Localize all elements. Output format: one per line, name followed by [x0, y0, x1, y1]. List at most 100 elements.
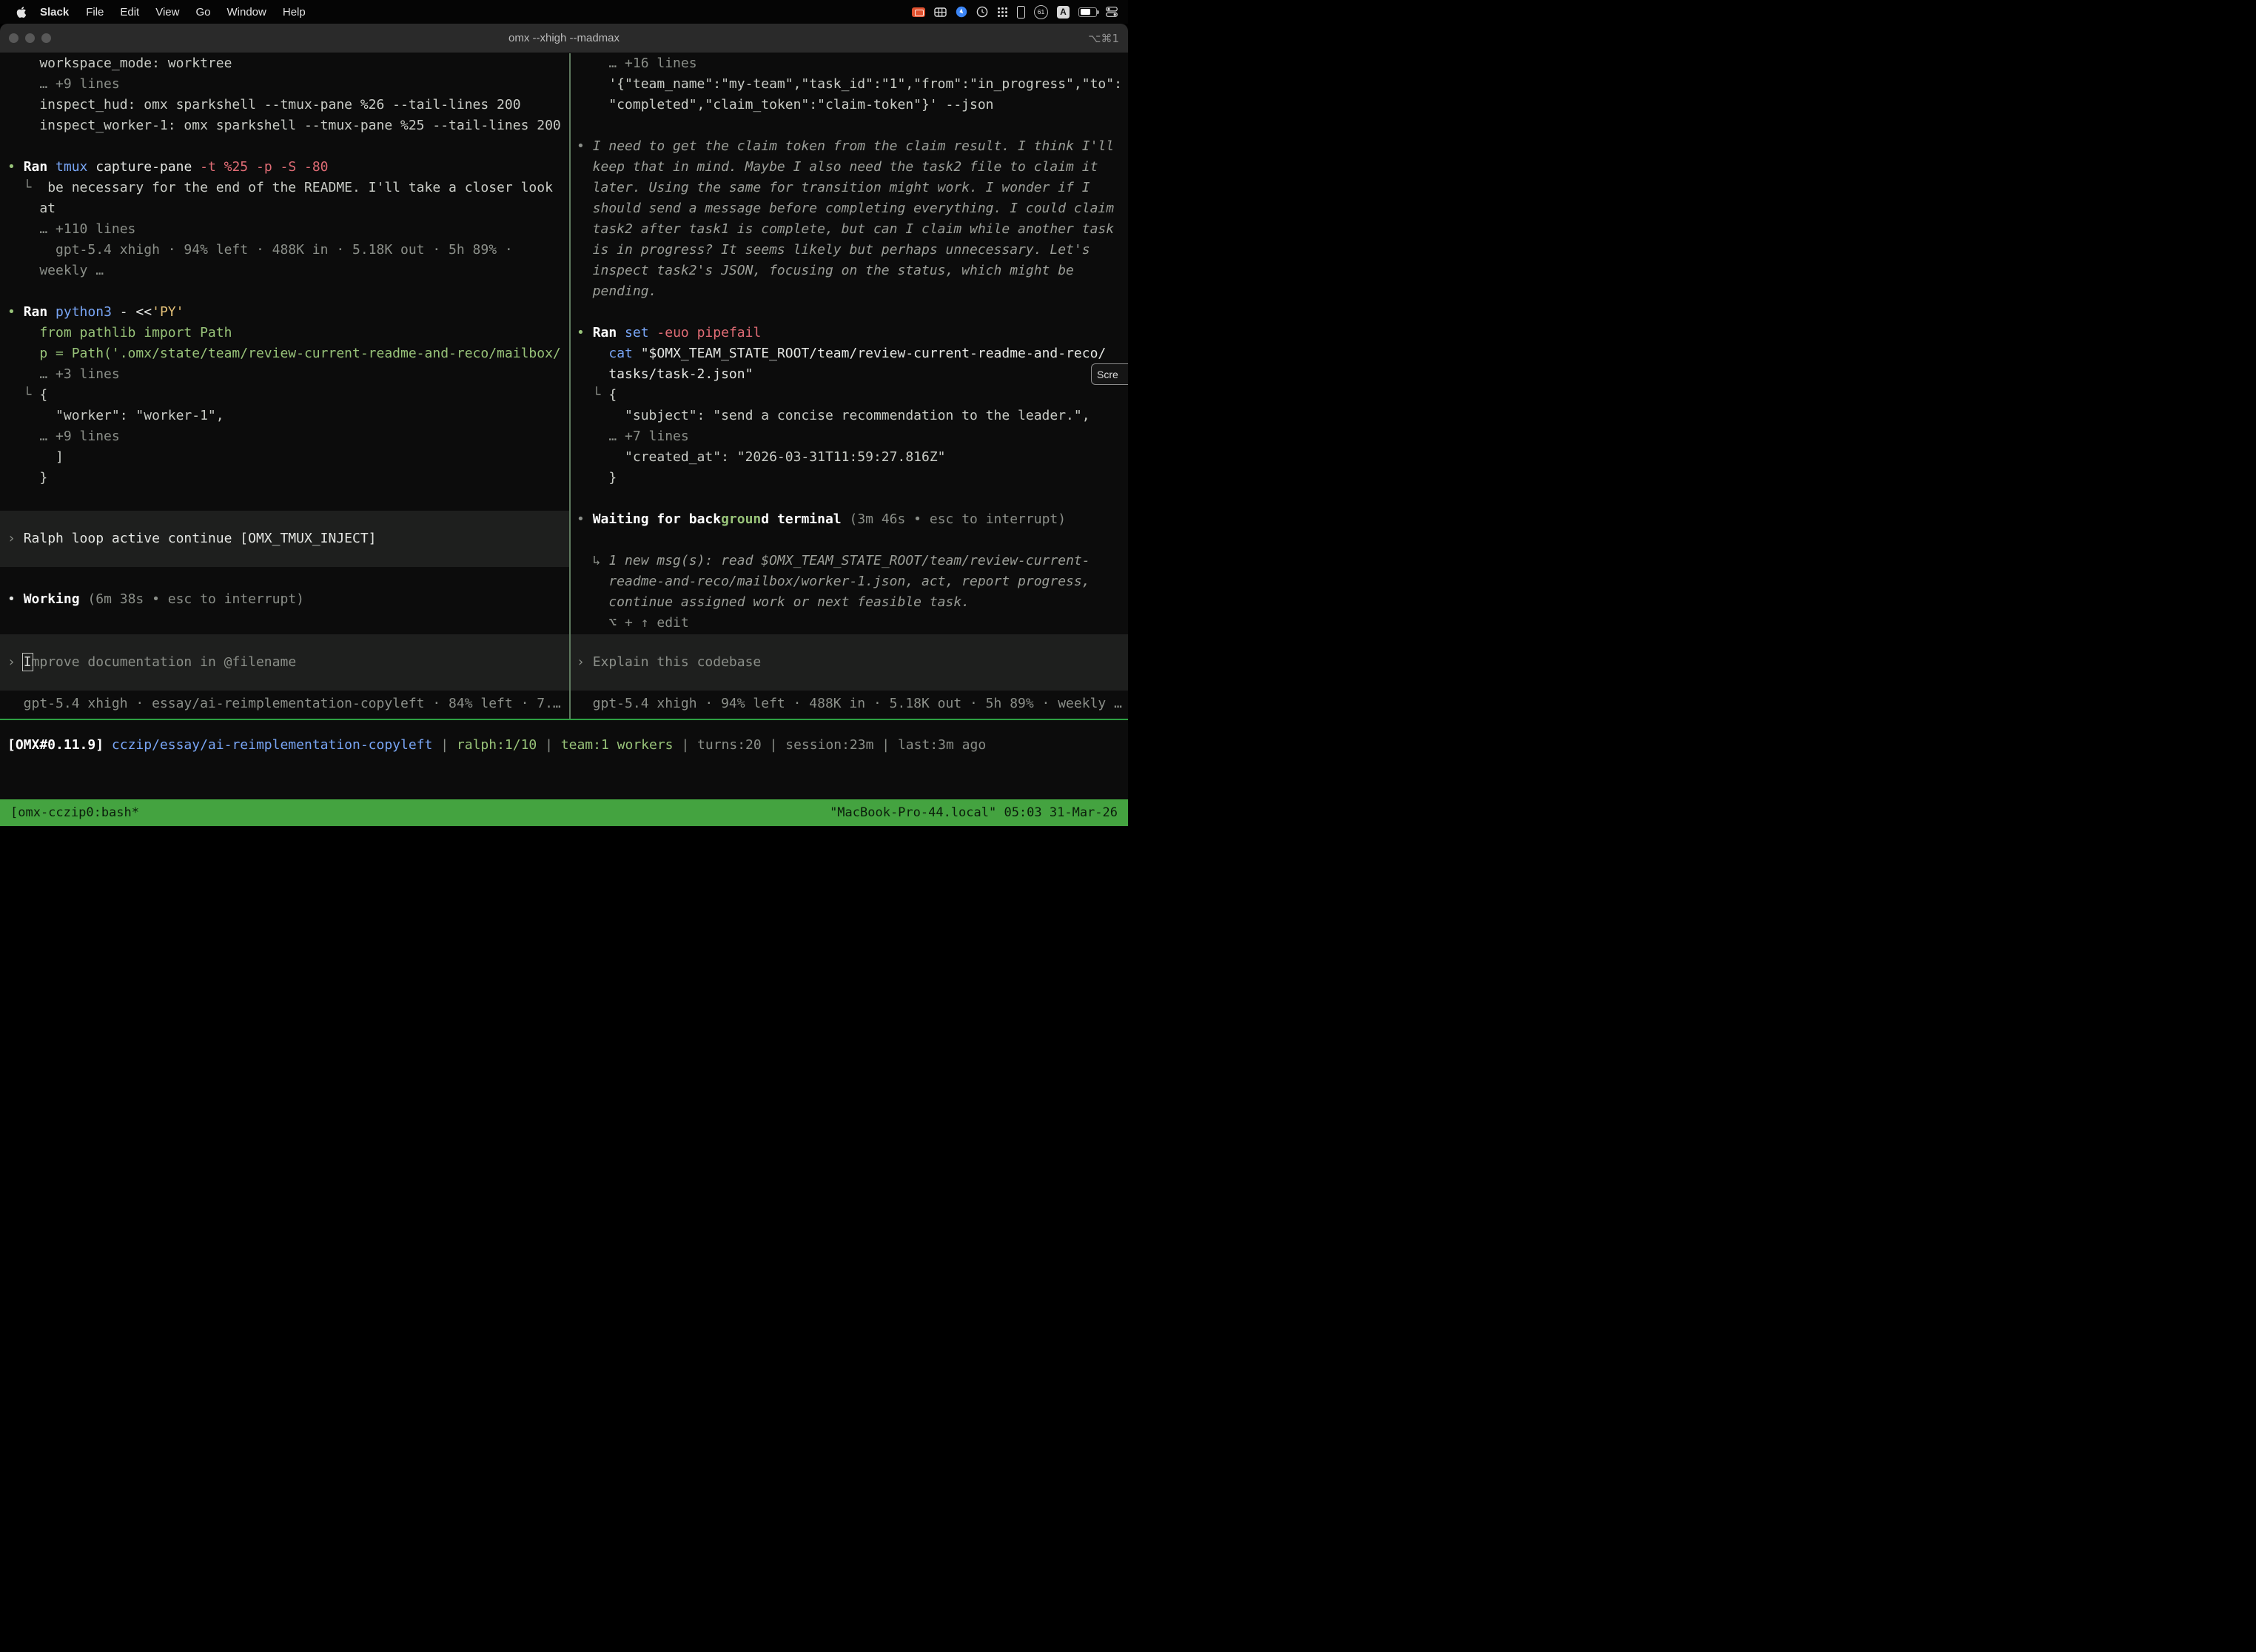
text-segment: keep that in mind. Maybe I also need the…	[577, 159, 1098, 175]
terminal-line: … +9 lines	[0, 426, 569, 447]
clock-icon[interactable]	[976, 0, 988, 24]
text-segment: cczip/essay/ai-reimplementation-copyleft	[112, 737, 432, 753]
text-segment: ralph:1/10	[457, 737, 537, 753]
menu-item-edit[interactable]: Edit	[112, 6, 147, 19]
text-segment: … +110 lines	[7, 221, 135, 237]
terminal-line: gpt-5.4 xhigh · 94% left · 488K in · 5.1…	[0, 240, 569, 261]
text-segment	[577, 346, 608, 361]
tmux-panes: workspace_mode: worktree … +9 lines insp…	[0, 53, 1128, 719]
tmux-pane-right[interactable]: … +16 lines '{"team_name":"my-team","tas…	[571, 53, 1128, 719]
terminal-line: "subject": "send a concise recommendatio…	[571, 406, 1128, 426]
menu-item-view[interactable]: View	[147, 6, 187, 19]
text-segment: (3m 46s • esc to interrupt)	[849, 511, 1066, 527]
text-segment: workspace_mode: worktree	[7, 56, 232, 71]
text-segment: p = Path('.omx/state/team/review-current…	[7, 346, 561, 361]
terminal-line	[571, 115, 1128, 136]
text-segment: continue assigned work or next feasible …	[577, 594, 970, 610]
text-segment: "worker": "worker-1",	[7, 408, 224, 423]
menu-item-window[interactable]: Window	[219, 6, 275, 19]
terminal-line: inspect task2's JSON, focusing on the st…	[571, 261, 1128, 281]
terminal-line	[571, 488, 1128, 509]
text-segment: team:1 workers	[561, 737, 674, 753]
screenshot-preview-popup[interactable]: Scre	[1091, 363, 1128, 385]
terminal-line	[571, 302, 1128, 323]
menu-item-help[interactable]: Help	[275, 6, 314, 19]
battery-fill	[1081, 9, 1091, 15]
text-segment: is in progress? It seems likely but perh…	[577, 242, 1090, 258]
screen-recording-indicator-icon[interactable]	[912, 7, 925, 17]
menu-item-slack[interactable]: Slack	[31, 6, 78, 19]
text-segment: -euo pipefail	[657, 325, 761, 340]
queued-message-box[interactable]: › Ralph loop active continue [OMX_TMUX_I…	[0, 511, 569, 567]
terminal-line: └ be necessary for the end of the README…	[0, 178, 569, 198]
terminal-line: └ {	[0, 385, 569, 406]
text-segment: last:3m ago	[898, 737, 986, 753]
terminal-line: "completed","claim_token":"claim-token"}…	[571, 95, 1128, 115]
text-segment: •	[7, 591, 24, 607]
text-segment: Explain this codebase	[593, 654, 762, 670]
text-segment	[7, 138, 16, 154]
text-segment: •	[7, 304, 24, 320]
dots-grid-icon[interactable]	[997, 0, 1008, 24]
terminal-line: "worker": "worker-1",	[0, 406, 569, 426]
tmux-pane-left[interactable]: workspace_mode: worktree … +9 lines insp…	[0, 53, 569, 719]
text-segment: readme-and-reco/mailbox/worker-1.json, a…	[577, 574, 1090, 589]
battery-percentage-icon[interactable]: 61	[1034, 0, 1048, 24]
battery-icon[interactable]	[1078, 0, 1097, 24]
compass-icon[interactable]	[956, 0, 967, 24]
text-segment: Ran	[24, 304, 56, 320]
text-segment: |	[674, 737, 698, 753]
terminal-line: ⌥ + ↑ edit	[571, 613, 1128, 634]
text-segment: … +9 lines	[7, 76, 120, 92]
menu-item-go[interactable]: Go	[187, 6, 218, 19]
close-button[interactable]	[9, 33, 19, 43]
pane-model-status-line: gpt-5.4 xhigh · 94% left · 488K in · 5.1…	[571, 694, 1128, 714]
text-segment: gpt-5.4 xhigh · 94% left · 488K in · 5.1…	[7, 242, 513, 258]
text-segment: |	[873, 737, 898, 753]
text-segment: '{"team_name":"my-team","task_id":"1","f…	[577, 76, 1122, 92]
text-segment: pending.	[577, 283, 657, 299]
tmux-session-window-info: [omx-cczip0:bash*	[10, 805, 139, 820]
battery-shape	[1078, 7, 1097, 17]
text-segment: |	[432, 737, 457, 753]
text-segment	[577, 532, 585, 548]
input-source-icon[interactable]: A	[1057, 0, 1070, 24]
text-segment: ↳	[577, 553, 608, 568]
text-segment	[577, 118, 585, 133]
apple-menu-icon[interactable]	[16, 6, 27, 19]
terminal-line: └ {	[571, 385, 1128, 406]
prompt-input-box[interactable]: › Explain this codebase	[571, 634, 1128, 691]
text-segment: inspect task2's JSON, focusing on the st…	[577, 263, 1074, 278]
terminal-line: tasks/task-2.json"	[571, 364, 1128, 385]
text-segment: └	[7, 387, 39, 403]
grid-icon[interactable]	[934, 0, 947, 24]
text-segment: "created_at": "2026-03-31T11:59:27.816Z"	[577, 449, 946, 465]
text-segment: set	[625, 325, 657, 340]
terminal-line: '{"team_name":"my-team","task_id":"1","f…	[571, 74, 1128, 95]
zoom-button[interactable]	[41, 33, 51, 43]
terminal-line	[571, 530, 1128, 551]
text-segment: I need to get the claim token from the c…	[593, 138, 1114, 154]
text-segment: session:23m	[785, 737, 873, 753]
input-source-letter: A	[1057, 6, 1070, 19]
menu-item-file[interactable]: File	[78, 6, 112, 19]
terminal-line: ↳ 1 new msg(s): read $OMX_TEAM_STATE_ROO…	[571, 551, 1128, 571]
window-titlebar[interactable]: omx --xhigh --madmax ⌥⌘1	[0, 24, 1128, 53]
text-segment	[577, 491, 585, 506]
terminal-line	[0, 136, 569, 157]
text-segment: … +7 lines	[577, 429, 689, 444]
menu-items: SlackFileEditViewGoWindowHelp	[31, 6, 314, 19]
text-segment: d terminal	[761, 511, 849, 527]
control-center-icon[interactable]	[1106, 0, 1118, 24]
terminal-line: is in progress? It seems likely but perh…	[571, 240, 1128, 261]
terminal-line: • Ran tmux capture-pane -t %25 -p -S -80	[0, 157, 569, 178]
text-segment: … +9 lines	[7, 429, 120, 444]
iphone-mirroring-icon[interactable]	[1017, 0, 1025, 24]
text-segment: (6m 38s • esc to interrupt)	[87, 591, 304, 607]
minimize-button[interactable]	[25, 33, 35, 43]
text-segment: •	[7, 159, 24, 175]
text-segment: Working	[24, 591, 88, 607]
text-segment: Waiting for back	[593, 511, 721, 527]
text-segment: ›	[7, 531, 24, 546]
prompt-input-box[interactable]: › Improve documentation in @filename	[0, 634, 569, 691]
